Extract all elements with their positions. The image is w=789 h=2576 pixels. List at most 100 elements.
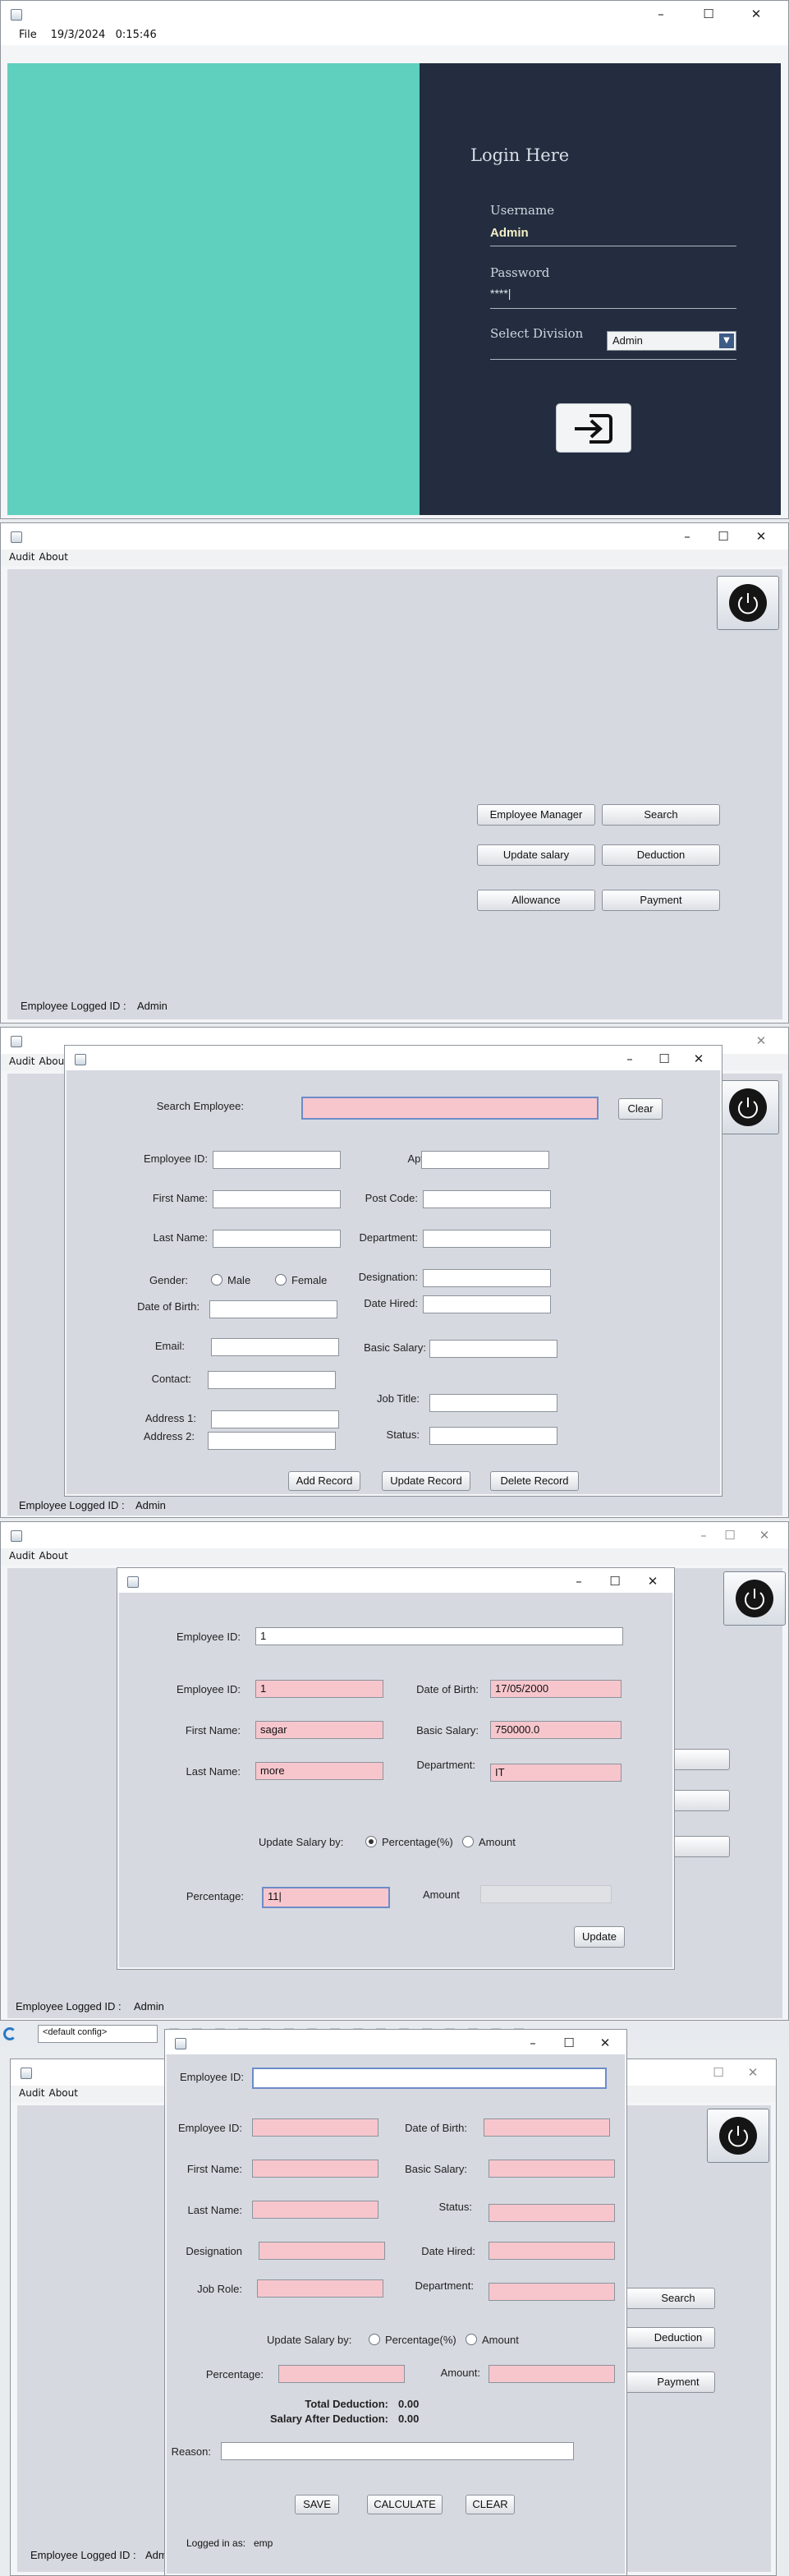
menu-about[interactable]: About [37, 1548, 70, 1562]
search-button[interactable]: Search [602, 804, 720, 826]
allowance-button[interactable]: Allowance [477, 890, 595, 911]
employee-id-field[interactable] [252, 2118, 378, 2137]
percentage-radio[interactable] [369, 2334, 380, 2345]
department-field[interactable] [423, 1230, 551, 1248]
post-code-field[interactable] [423, 1190, 551, 1208]
address2-field[interactable] [208, 1432, 336, 1450]
basic-salary-field[interactable] [489, 2160, 615, 2178]
minimize-icon[interactable]: – [648, 4, 674, 24]
amount-radio[interactable] [462, 1836, 474, 1847]
reason-field[interactable] [221, 2442, 574, 2460]
designation-field[interactable] [423, 1269, 551, 1287]
apt-house-field[interactable] [421, 1151, 549, 1169]
address1-field[interactable] [211, 1410, 339, 1428]
maximize-icon[interactable]: ☐ [651, 1049, 677, 1069]
contact-field[interactable] [208, 1371, 336, 1389]
username-input[interactable]: Admin [490, 226, 736, 240]
close-icon[interactable]: ✕ [740, 2063, 766, 2082]
close-icon[interactable]: ✕ [751, 1525, 778, 1545]
delete-record-button[interactable]: Delete Record [490, 1471, 579, 1491]
add-record-button[interactable]: Add Record [288, 1471, 360, 1491]
designation-field[interactable] [259, 2242, 385, 2260]
payment-button-partial[interactable] [667, 1836, 730, 1857]
employee-id-top-field[interactable]: 1 [255, 1627, 623, 1645]
deduction-button-partial[interactable] [667, 1790, 730, 1811]
menu-about[interactable]: About [47, 2086, 80, 2099]
last-name-field[interactable] [252, 2201, 378, 2219]
update-button[interactable]: Update [574, 1926, 625, 1948]
calculate-button[interactable]: CALCULATE [367, 2495, 443, 2514]
job-title-field[interactable] [429, 1394, 557, 1412]
clear-button[interactable]: CLEAR [466, 2495, 515, 2514]
close-icon[interactable]: ✕ [748, 1031, 774, 1051]
power-button[interactable] [717, 576, 779, 630]
menu-audit[interactable]: Audit [1, 1548, 37, 1562]
first-name-field[interactable]: sagar [255, 1721, 383, 1739]
dob-field[interactable] [209, 1300, 337, 1318]
amount-field[interactable] [489, 2365, 615, 2383]
status-field[interactable] [489, 2204, 615, 2222]
refresh-icon[interactable] [3, 2027, 16, 2040]
update-record-button[interactable]: Update Record [382, 1471, 470, 1491]
minimize-icon[interactable]: – [674, 527, 700, 546]
employee-manager-button[interactable]: Employee Manager [477, 804, 595, 826]
job-role-field[interactable] [257, 2279, 383, 2298]
password-input[interactable]: ****| [490, 287, 736, 300]
percentage-field[interactable]: 11| [262, 1887, 390, 1908]
dob-field[interactable]: 17/05/2000 [490, 1680, 622, 1698]
deduction-button[interactable]: Deduction [602, 844, 720, 866]
update-salary-button[interactable]: Update salary [477, 844, 595, 866]
save-button[interactable]: SAVE [295, 2495, 339, 2514]
first-name-field[interactable] [252, 2160, 378, 2178]
maximize-icon[interactable]: ☐ [602, 1571, 628, 1591]
ide-config-select[interactable]: <default config> [38, 2025, 158, 2043]
menu-audit[interactable]: Audit [11, 2086, 47, 2099]
basic-salary-field[interactable]: 750000.0 [490, 1721, 622, 1739]
division-select[interactable]: Admin ▼ [607, 331, 736, 351]
minimize-icon[interactable]: – [566, 1571, 592, 1591]
menu-file[interactable]: File [1, 27, 39, 41]
basic-salary-field[interactable] [429, 1340, 557, 1358]
email-field[interactable] [211, 1338, 339, 1356]
close-icon[interactable]: ✕ [743, 4, 769, 24]
last-name-field[interactable]: more [255, 1762, 383, 1780]
employee-id-top-field[interactable] [252, 2068, 607, 2089]
department-field[interactable]: IT [490, 1764, 622, 1782]
date-hired-field[interactable] [489, 2242, 615, 2260]
first-name-field[interactable] [213, 1190, 341, 1208]
female-radio[interactable] [275, 1274, 287, 1286]
clear-button[interactable]: Clear [618, 1098, 663, 1120]
status-field[interactable] [429, 1427, 557, 1445]
payment-button[interactable]: Payment [617, 2371, 715, 2393]
maximize-icon[interactable]: ☐ [717, 1525, 743, 1545]
close-icon[interactable]: ✕ [686, 1049, 712, 1069]
minimize-icon[interactable]: – [617, 1049, 643, 1069]
power-button[interactable] [707, 2109, 769, 2163]
close-icon[interactable]: ✕ [640, 1571, 666, 1591]
amount-radio[interactable] [466, 2334, 477, 2345]
search-button[interactable]: Search [617, 2288, 715, 2309]
male-radio[interactable] [211, 1274, 222, 1286]
maximize-icon[interactable]: ☐ [705, 2063, 732, 2082]
payment-button[interactable]: Payment [602, 890, 720, 911]
minimize-icon[interactable]: – [520, 2033, 546, 2053]
search-employee-input[interactable] [301, 1097, 599, 1120]
power-button[interactable] [717, 1080, 779, 1134]
minimize-icon[interactable]: – [690, 1525, 717, 1545]
power-button[interactable] [723, 1571, 786, 1626]
dob-field[interactable] [484, 2118, 610, 2137]
maximize-icon[interactable]: ☐ [710, 527, 736, 546]
close-icon[interactable]: ✕ [592, 2033, 618, 2053]
last-name-field[interactable] [213, 1230, 341, 1248]
maximize-icon[interactable]: ☐ [556, 2033, 582, 2053]
employee-id-field[interactable]: 1 [255, 1680, 383, 1698]
percentage-radio[interactable] [365, 1836, 377, 1847]
maximize-icon[interactable]: ☐ [695, 4, 722, 24]
employee-id-field[interactable] [213, 1151, 341, 1169]
close-icon[interactable]: ✕ [748, 527, 774, 546]
login-button[interactable] [556, 403, 631, 453]
date-hired-field[interactable] [423, 1295, 551, 1313]
search-button-partial[interactable] [667, 1749, 730, 1770]
menu-audit[interactable]: Audit [1, 550, 37, 563]
menu-audit[interactable]: Audit [1, 1054, 37, 1067]
